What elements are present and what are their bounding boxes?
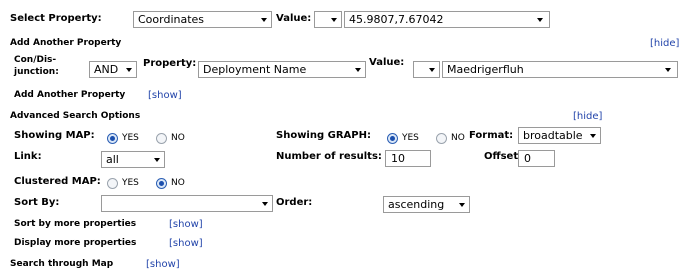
hide-advanced-link[interactable]: [hide] (573, 111, 602, 122)
chevron-down-icon (590, 134, 596, 138)
format-select-value: broadtable (523, 129, 583, 142)
offset-label: Offset: (484, 151, 523, 162)
sort-by-label: Sort By: (14, 197, 60, 208)
chevron-down-icon (331, 18, 337, 22)
value-select-value: 45.9807,7.67042 (349, 13, 444, 26)
property-select-2-value: Deployment Name (203, 63, 307, 76)
chevron-down-icon (154, 158, 160, 162)
clustered-map-label: Clustered MAP: (14, 176, 101, 187)
map-no-label: NO (171, 133, 185, 143)
property-select-2[interactable]: Deployment Name (198, 61, 366, 78)
showing-graph-label: Showing GRAPH: (276, 130, 371, 141)
clustered-no-label: NO (171, 178, 185, 188)
conjunction-select-value: AND (94, 63, 119, 76)
graph-yes-label: YES (402, 133, 419, 143)
chevron-down-icon (261, 18, 267, 22)
order-label: Order: (276, 197, 313, 208)
value-select-2[interactable]: Maedrigerfluh (442, 61, 678, 78)
search-through-map-label: Search through Map (10, 259, 114, 269)
clustered-no-radio[interactable] (156, 178, 167, 189)
value-select[interactable]: 45.9807,7.67042 (344, 11, 550, 28)
format-label: Format: (469, 130, 514, 141)
format-select[interactable]: broadtable (518, 127, 601, 144)
value-select-2-value: Maedrigerfluh (447, 63, 524, 76)
offset-value: 0 (524, 152, 531, 165)
show-add-property-link[interactable]: [show] (148, 90, 182, 101)
hide-add-property-link[interactable]: [hide] (650, 38, 679, 49)
chevron-down-icon (126, 68, 132, 72)
sort-more-properties-label: Sort by more properties (14, 219, 137, 229)
display-more-show-link[interactable]: [show] (169, 238, 203, 249)
link-select-value: all (106, 153, 119, 166)
advanced-search-heading: Advanced Search Options (10, 111, 141, 121)
chevron-down-icon (537, 18, 543, 22)
property-select-value: Coordinates (138, 13, 205, 26)
sort-more-show-link[interactable]: [show] (169, 219, 203, 230)
display-more-properties-label: Display more properties (14, 238, 137, 248)
search-map-show-link[interactable]: [show] (146, 259, 180, 270)
select-property-label: Select Property: (10, 13, 102, 24)
add-another-property-label: Add Another Property (14, 90, 126, 100)
order-select-value: ascending (388, 198, 445, 211)
comparator-select[interactable] (314, 11, 342, 28)
chevron-down-icon (355, 68, 361, 72)
chevron-down-icon (429, 68, 435, 72)
link-label: Link: (14, 151, 42, 162)
showing-map-label: Showing MAP: (14, 130, 95, 141)
chevron-down-icon (262, 202, 268, 206)
property-select[interactable]: Coordinates (133, 11, 272, 28)
conjunction-label-line1: Con/Dis- (14, 55, 57, 65)
graph-no-radio[interactable] (436, 133, 447, 144)
order-select[interactable]: ascending (383, 196, 470, 213)
clustered-yes-radio[interactable] (107, 178, 118, 189)
graph-no-label: NO (451, 133, 465, 143)
conjunction-select[interactable]: AND (89, 61, 137, 78)
map-yes-label: YES (122, 133, 139, 143)
value-label-2: Value: (369, 57, 405, 68)
chevron-down-icon (665, 68, 671, 72)
number-of-results-input[interactable]: 10 (385, 150, 431, 167)
property-label: Property: (143, 58, 197, 69)
link-select[interactable]: all (101, 151, 165, 168)
number-of-results-label: Number of results: (276, 151, 382, 162)
value-label: Value: (276, 13, 312, 24)
conjunction-label-line2: junction: (14, 67, 59, 77)
number-of-results-value: 10 (391, 152, 405, 165)
chevron-down-icon (459, 203, 465, 207)
clustered-yes-label: YES (122, 178, 139, 188)
map-no-radio[interactable] (156, 133, 167, 144)
add-another-property-heading: Add Another Property (10, 38, 122, 48)
comparator-select-2[interactable] (413, 61, 440, 78)
map-yes-radio[interactable] (107, 133, 118, 144)
sort-by-select[interactable] (101, 195, 273, 212)
graph-yes-radio[interactable] (387, 133, 398, 144)
offset-input[interactable]: 0 (518, 150, 555, 167)
